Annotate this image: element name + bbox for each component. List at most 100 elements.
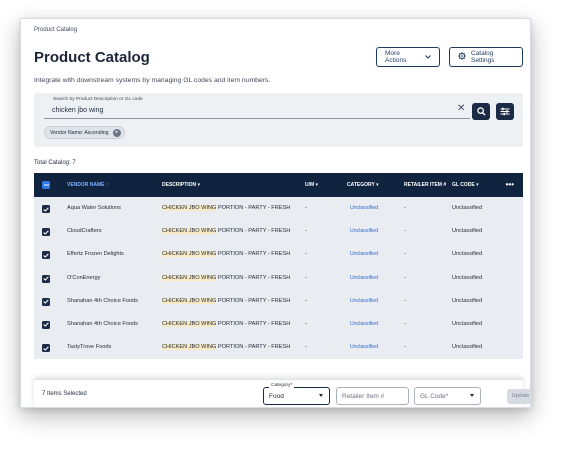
filter-button[interactable] xyxy=(496,103,514,120)
page-subtitle: Integrate with downstream systems by man… xyxy=(34,77,271,84)
table-body: Aqua Water Solutions CHICKEN JBO WING POR… xyxy=(34,197,523,360)
category-label: Category* xyxy=(269,383,295,388)
breadcrumb[interactable]: Product Catalog xyxy=(34,27,77,33)
column-description[interactable]: DESCRIPTION ▾ xyxy=(162,173,200,197)
gl-code-placeholder: GL Code* xyxy=(420,393,449,400)
row-checkbox[interactable] xyxy=(42,205,50,213)
table-row[interactable]: Shanahan 4th Choice Foods CHICKEN JBO WIN… xyxy=(34,313,523,336)
row-checkbox[interactable] xyxy=(42,320,50,329)
table-row[interactable]: Shanahan 4th Choice Foods CHICKEN JBO WIN… xyxy=(34,290,523,313)
total-count: Total Catalog: 7 xyxy=(34,160,76,166)
cell-gl-code: Unclassified xyxy=(452,205,483,211)
row-checkbox[interactable] xyxy=(42,297,50,306)
retailer-item-input[interactable]: Retailer Item # xyxy=(336,387,409,405)
cell-gl-code: Unclassified xyxy=(452,297,483,304)
update-button[interactable]: Update xyxy=(507,389,530,404)
table-header: VENDOR NAME ↑ DESCRIPTION ▾ U/M ▾ CATEGO… xyxy=(34,173,523,197)
cell-gl-code: Unclassified xyxy=(452,228,483,235)
check-icon xyxy=(43,276,49,281)
description-text: PORTION - PARTY - FRESH xyxy=(216,320,291,327)
more-options-icon[interactable]: ••• xyxy=(506,173,514,197)
cell-category: Unclassified xyxy=(350,205,378,211)
cell-description: CHICKEN JBO WING PORTION - PARTY - FRESH xyxy=(162,243,290,266)
catalog-settings-label: Catalog Settings xyxy=(471,50,495,64)
cell-um: - xyxy=(305,274,307,281)
column-vendor-name[interactable]: VENDOR NAME ↑ xyxy=(67,173,108,197)
search-button[interactable] xyxy=(472,103,490,120)
category-value: Food xyxy=(269,393,284,400)
cell-description: CHICKEN JBO WING PORTION - PARTY - FRESH xyxy=(162,336,290,359)
column-retailer-item[interactable]: RETAILER ITEM # xyxy=(404,173,447,197)
column-gl-code[interactable]: GL CODE ▾ xyxy=(452,173,479,197)
check-icon xyxy=(43,299,49,305)
selected-count: 7 Items Selected xyxy=(42,391,87,397)
retailer-item-placeholder: Retailer Item # xyxy=(342,393,385,400)
table-row[interactable]: Aqua Water Solutions CHICKEN JBO WING POR… xyxy=(34,197,523,220)
more-actions-button[interactable]: More Actions xyxy=(376,47,440,67)
select-all-checkbox[interactable] xyxy=(42,181,50,189)
description-text: PORTION - PARTY - FRESH xyxy=(216,274,291,281)
search-highlight: CHICKEN JBO WING xyxy=(162,344,217,351)
table-row[interactable]: O'ConEnergy CHICKEN JBO WING PORTION - PA… xyxy=(34,267,523,290)
cell-gl-code: Unclassified xyxy=(452,251,483,258)
cell-vendor-name: Shanahan 4th Choice Foods xyxy=(67,297,138,304)
cell-category: Unclassified xyxy=(350,297,378,304)
check-icon xyxy=(43,322,49,328)
cell-category: Unclassified xyxy=(350,274,378,281)
search-highlight: CHICKEN JBO WING xyxy=(162,320,217,327)
cell-retailer-item: - xyxy=(404,228,406,235)
cell-um: - xyxy=(305,228,307,235)
search-panel: Search by Product Description or GL code… xyxy=(34,93,523,147)
cell-category: Unclassified xyxy=(350,228,378,235)
check-icon xyxy=(43,230,49,235)
sliders-icon xyxy=(500,103,510,121)
cell-description: CHICKEN JBO WING PORTION - PARTY - FRESH xyxy=(162,290,290,313)
description-text: PORTION - PARTY - FRESH xyxy=(216,297,291,304)
bulk-action-bar: 7 Items Selected Category* Food Retailer… xyxy=(34,379,530,407)
column-um[interactable]: U/M ▾ xyxy=(305,173,318,197)
cell-vendor-name: Shanahan 4th Choice Foods xyxy=(67,320,138,327)
check-icon xyxy=(43,346,49,351)
search-highlight: CHICKEN JBO WING xyxy=(162,274,217,281)
description-text: PORTION - PARTY - FRESH xyxy=(216,228,291,235)
gl-code-select[interactable]: GL Code* xyxy=(414,387,481,405)
search-input[interactable] xyxy=(44,101,470,119)
cell-vendor-name: CloudCrafters xyxy=(67,228,102,235)
cell-vendor-name: TastyTrove Foods xyxy=(67,344,112,351)
table-row[interactable]: Effertz Frozen Delights CHICKEN JBO WING … xyxy=(34,243,523,266)
cell-retailer-item: - xyxy=(404,274,406,281)
cell-description: CHICKEN JBO WING PORTION - PARTY - FRESH xyxy=(162,313,290,336)
gear-icon xyxy=(458,52,466,62)
row-checkbox[interactable] xyxy=(42,251,50,260)
chevron-down-icon xyxy=(425,54,431,61)
row-checkbox[interactable] xyxy=(42,274,50,283)
row-checkbox[interactable] xyxy=(42,344,50,353)
cell-retailer-item: - xyxy=(404,205,406,211)
cell-category: Unclassified xyxy=(350,251,378,258)
cell-description: CHICKEN JBO WING PORTION - PARTY - FRESH xyxy=(162,197,290,220)
sort-chip[interactable]: Vendor Name: Ascending × xyxy=(44,126,125,139)
catalog-settings-button[interactable]: Catalog Settings xyxy=(449,47,523,67)
row-checkbox[interactable] xyxy=(42,228,50,237)
catalog-card: Product Catalog Product Catalog More Act… xyxy=(20,18,531,408)
search-highlight: CHICKEN JBO WING xyxy=(162,251,217,258)
cell-retailer-item: - xyxy=(404,344,406,351)
search-value[interactable]: chicken jbo wing xyxy=(52,107,103,114)
clear-icon[interactable]: ✕ xyxy=(457,103,465,114)
column-category[interactable]: CATEGORY ▾ xyxy=(347,173,379,197)
table-row[interactable]: TastyTrove Foods CHICKEN JBO WING PORTION… xyxy=(34,336,523,359)
cell-gl-code: Unclassified xyxy=(452,344,483,351)
cell-retailer-item: - xyxy=(404,251,406,258)
check-icon xyxy=(43,206,49,212)
search-label: Search by Product Description or GL code xyxy=(51,97,145,102)
description-text: PORTION - PARTY - FRESH xyxy=(216,251,291,258)
cell-um: - xyxy=(305,251,307,258)
category-select[interactable]: Category* Food xyxy=(263,383,330,405)
remove-chip-icon[interactable]: × xyxy=(112,128,121,137)
cell-category: Unclassified xyxy=(350,320,378,327)
cell-um: - xyxy=(305,320,307,327)
cell-category: Unclassified xyxy=(350,344,378,351)
cell-um: - xyxy=(305,297,307,304)
table-row[interactable]: CloudCrafters CHICKEN JBO WING PORTION - … xyxy=(34,220,523,243)
cell-vendor-name: Effertz Frozen Delights xyxy=(67,251,124,258)
